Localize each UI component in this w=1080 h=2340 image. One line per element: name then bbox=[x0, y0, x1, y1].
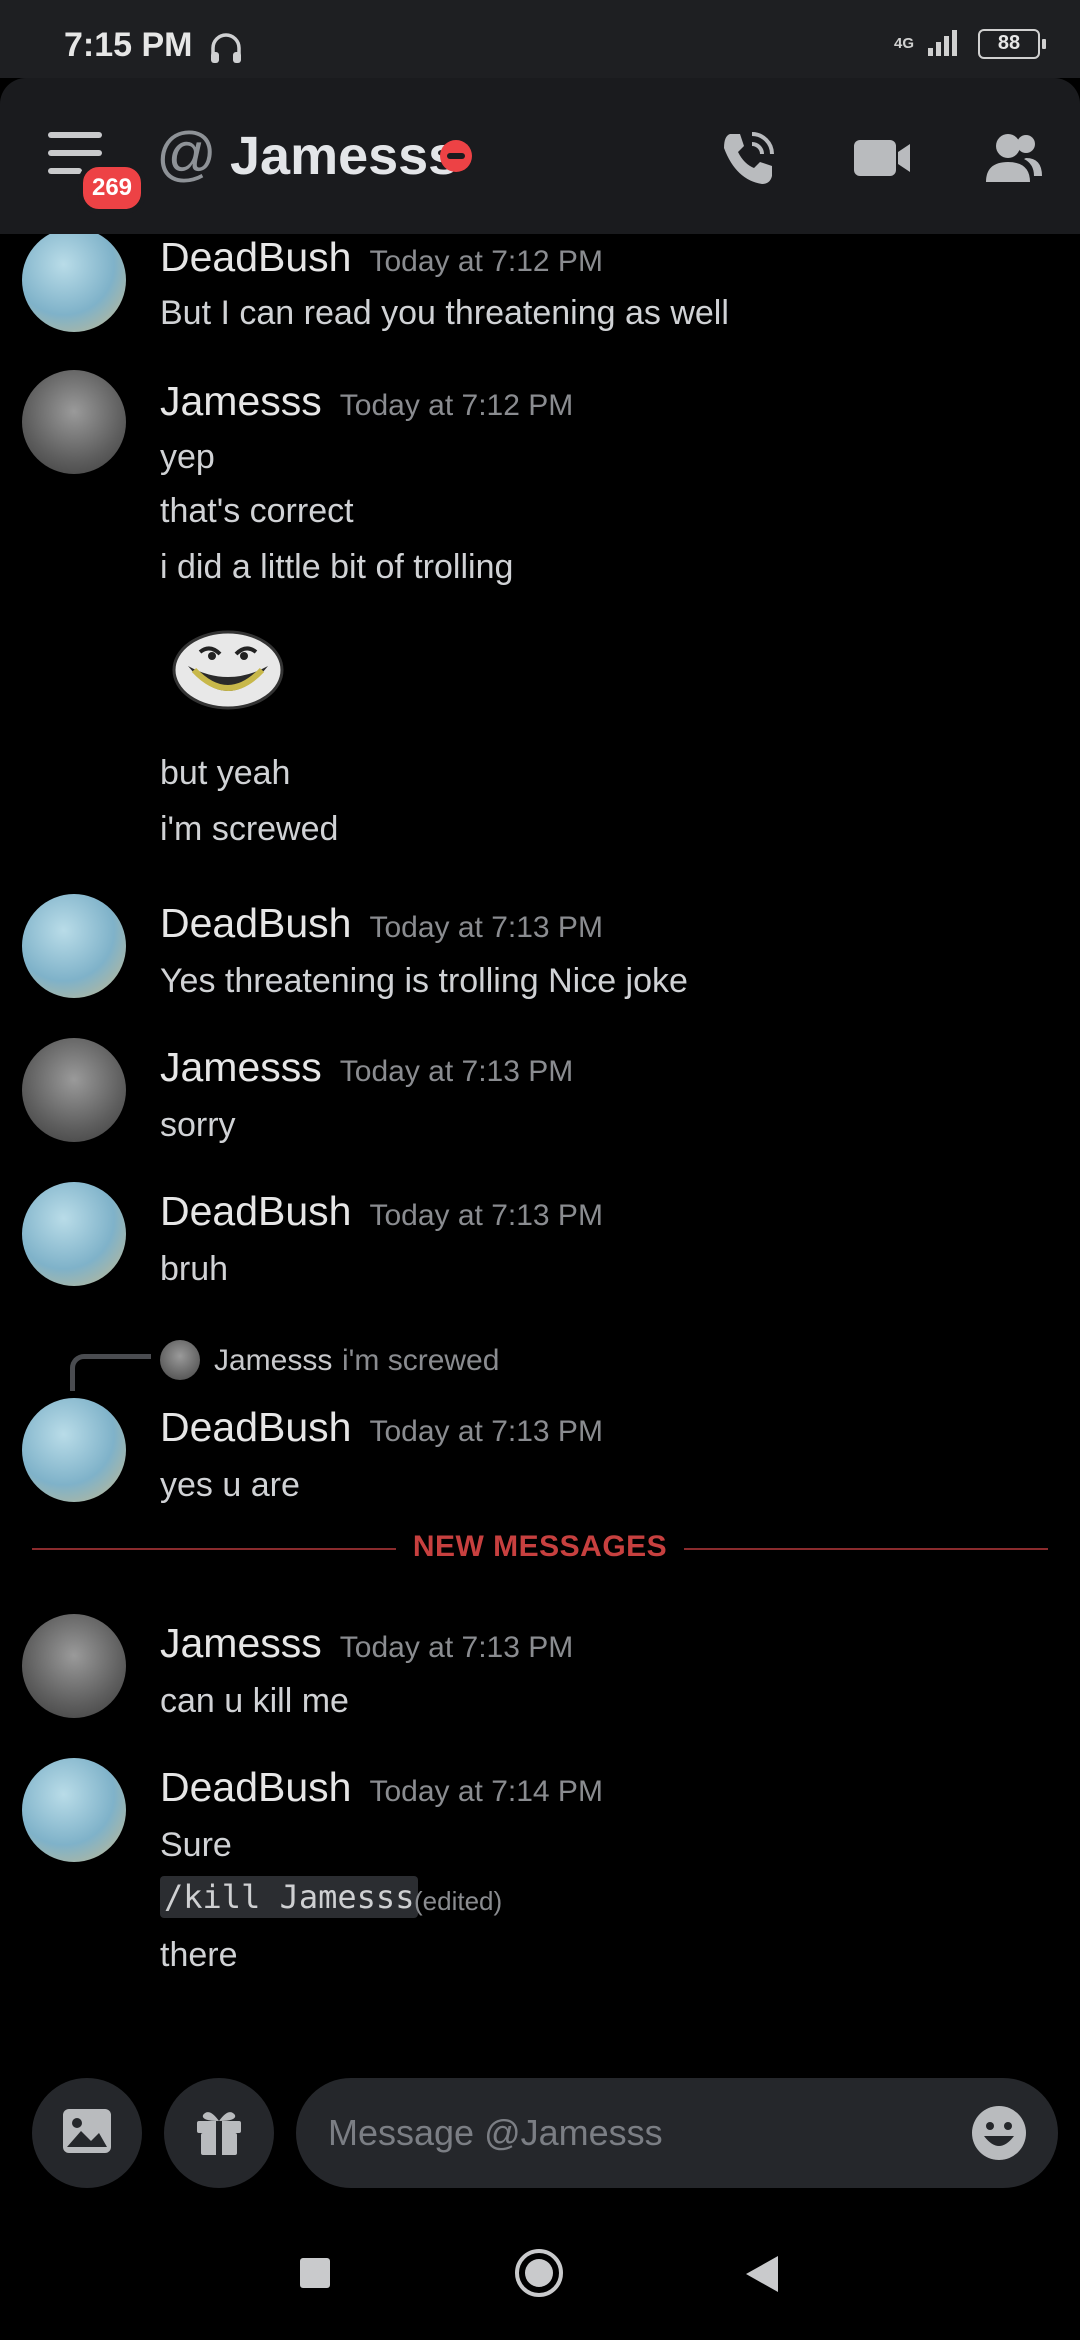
timestamp: Today at 7:12 PM bbox=[339, 389, 574, 422]
members-icon[interactable] bbox=[980, 126, 1044, 190]
message-header: DeadBush Today at 7:13 PM bbox=[160, 1188, 603, 1235]
notification-badge: 269 bbox=[78, 162, 146, 214]
message-header: Jamesss Today at 7:13 PM bbox=[160, 1044, 573, 1091]
avatar[interactable] bbox=[22, 370, 126, 474]
new-messages-line bbox=[32, 1548, 396, 1550]
status-right: 4G 88 bbox=[893, 26, 1046, 61]
battery-icon: 88 bbox=[978, 28, 1046, 59]
reply-preview[interactable]: i'm screwed bbox=[342, 1344, 499, 1378]
reply-author[interactable]: Jamesss bbox=[214, 1344, 332, 1378]
channel-title[interactable]: Jamesss bbox=[230, 126, 458, 186]
headphones-icon bbox=[208, 30, 244, 71]
trollface-emoji[interactable] bbox=[168, 626, 288, 716]
message-text: But I can read you threatening as well bbox=[160, 294, 729, 332]
message-text: Yes threatening is trolling Nice joke bbox=[160, 962, 688, 1000]
message-text: Sure bbox=[160, 1826, 232, 1864]
username[interactable]: DeadBush bbox=[160, 234, 351, 281]
message-header: DeadBush Today at 7:14 PM bbox=[160, 1764, 603, 1811]
message-header: DeadBush Today at 7:12 PM bbox=[160, 234, 603, 281]
message-text: sorry bbox=[160, 1106, 236, 1144]
reply-connector bbox=[70, 1354, 151, 1391]
message-text: but yeah bbox=[160, 754, 291, 792]
menu-line bbox=[48, 168, 82, 174]
timestamp: Today at 7:13 PM bbox=[339, 1055, 574, 1088]
status-bar: 7:15 PM 4G 88 bbox=[0, 0, 1080, 78]
message-input[interactable]: Message @Jamesss bbox=[328, 2112, 663, 2154]
code-inline: /kill Jamesss bbox=[160, 1876, 419, 1918]
message-text: bruh bbox=[160, 1250, 229, 1288]
username[interactable]: Jamesss bbox=[160, 1044, 322, 1091]
edited-label: (edited) bbox=[414, 1886, 503, 1916]
gift-button[interactable] bbox=[164, 2078, 274, 2188]
username[interactable]: Jamesss bbox=[160, 1620, 322, 1667]
message-text: i'm screwed bbox=[160, 810, 339, 848]
home-button[interactable] bbox=[514, 2248, 564, 2298]
message-text: that's correct bbox=[160, 492, 354, 530]
timestamp: Today at 7:13 PM bbox=[369, 911, 603, 944]
message-header: DeadBush Today at 7:13 PM bbox=[160, 900, 603, 947]
username[interactable]: DeadBush bbox=[160, 1188, 351, 1235]
username[interactable]: DeadBush bbox=[160, 1764, 351, 1811]
message-header: Jamesss Today at 7:12 PM bbox=[160, 378, 573, 425]
emoji-icon[interactable] bbox=[970, 2104, 1028, 2162]
avatar[interactable] bbox=[22, 1398, 126, 1502]
timestamp: Today at 7:13 PM bbox=[339, 1631, 574, 1664]
back-button[interactable] bbox=[744, 2254, 780, 2294]
gift-icon bbox=[191, 2103, 247, 2164]
image-gallery-button[interactable] bbox=[32, 2078, 142, 2188]
timestamp: Today at 7:14 PM bbox=[369, 1775, 603, 1808]
timestamp: Today at 7:12 PM bbox=[369, 245, 603, 278]
message-text: can u kill me bbox=[160, 1682, 349, 1720]
message-text: i did a little bit of trolling bbox=[160, 548, 514, 586]
signal-icon bbox=[928, 26, 964, 61]
new-messages-line bbox=[684, 1548, 1048, 1550]
channel-header: 269 @ Jamesss bbox=[0, 78, 1080, 234]
message-text: yep bbox=[160, 438, 215, 476]
menu-line bbox=[48, 132, 102, 138]
menu-line bbox=[48, 150, 102, 156]
avatar[interactable] bbox=[22, 1758, 126, 1862]
avatar[interactable] bbox=[22, 1614, 126, 1718]
do-not-disturb-icon bbox=[440, 140, 472, 172]
at-icon: @ bbox=[156, 120, 217, 187]
status-time: 7:15 PM bbox=[64, 26, 193, 64]
message-header: DeadBush Today at 7:13 PM bbox=[160, 1404, 603, 1451]
image-gallery-icon bbox=[59, 2103, 115, 2164]
username[interactable]: DeadBush bbox=[160, 900, 351, 947]
message-list[interactable]: DeadBush Today at 7:12 PM But I can read… bbox=[0, 234, 1080, 2064]
phone-call-icon[interactable] bbox=[716, 126, 780, 190]
avatar[interactable] bbox=[22, 234, 126, 332]
timestamp: Today at 7:13 PM bbox=[369, 1415, 603, 1448]
battery-level: 88 bbox=[997, 32, 1021, 54]
recent-apps-button[interactable] bbox=[300, 2258, 330, 2288]
username[interactable]: Jamesss bbox=[160, 378, 322, 425]
video-camera-icon[interactable] bbox=[850, 126, 914, 190]
message-composer[interactable]: Message @Jamesss bbox=[296, 2078, 1058, 2188]
avatar[interactable] bbox=[22, 1182, 126, 1286]
avatar[interactable] bbox=[22, 1038, 126, 1142]
message-text: yes u are bbox=[160, 1466, 300, 1504]
avatar[interactable] bbox=[22, 894, 126, 998]
message-header: Jamesss Today at 7:13 PM bbox=[160, 1620, 573, 1667]
username[interactable]: DeadBush bbox=[160, 1404, 351, 1451]
timestamp: Today at 7:13 PM bbox=[369, 1199, 603, 1232]
reply-avatar[interactable] bbox=[160, 1340, 200, 1380]
new-messages-label: NEW MESSAGES bbox=[412, 1530, 668, 1563]
network-type: 4G bbox=[893, 35, 914, 52]
message-text: there bbox=[160, 1936, 238, 1974]
